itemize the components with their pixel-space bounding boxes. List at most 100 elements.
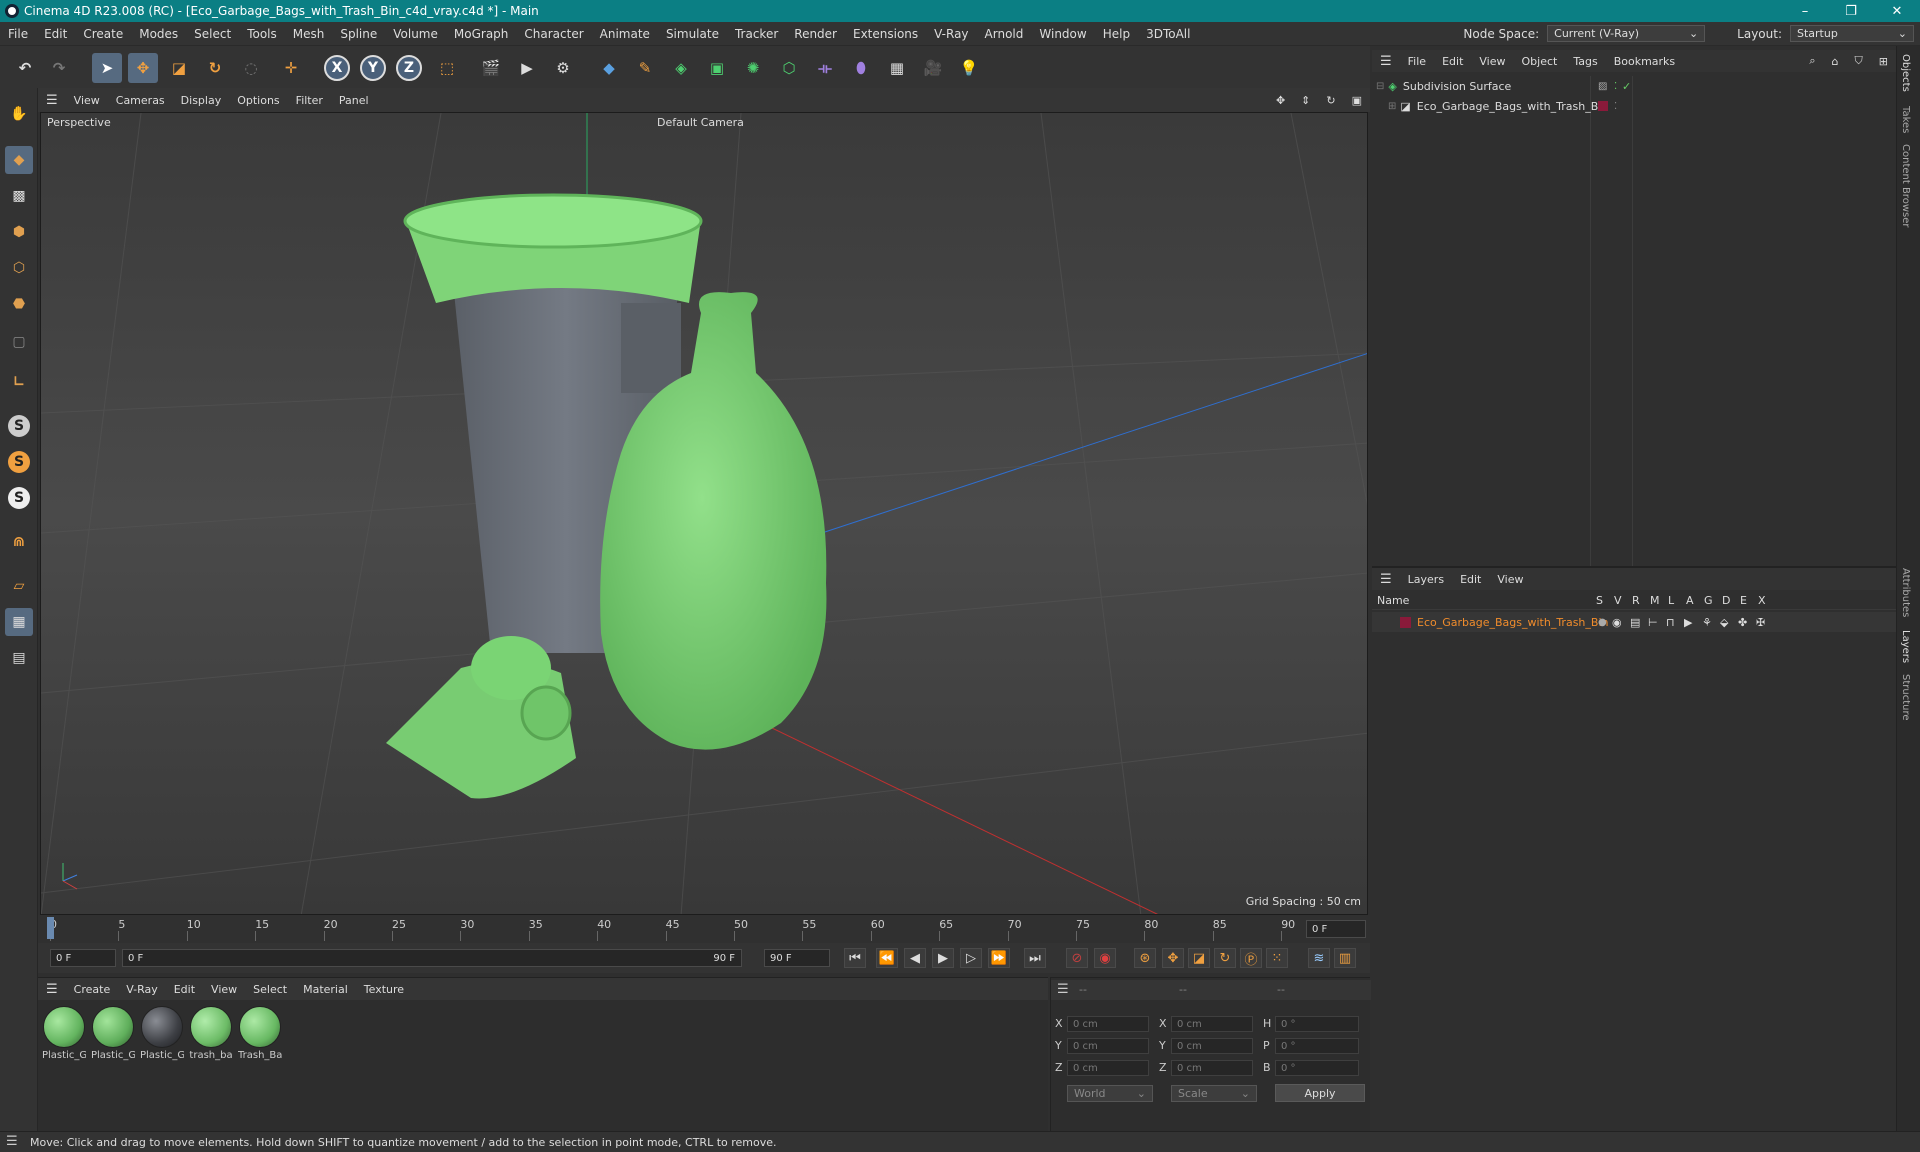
viewport-menu-filter[interactable]: Filter	[288, 94, 331, 107]
menu-tools[interactable]: Tools	[239, 27, 285, 41]
uv-mode-button[interactable]: ▢	[5, 328, 33, 356]
coordinate-system-button[interactable]: ✛	[276, 53, 306, 83]
layer-row[interactable]: Eco_Garbage_Bags_with_Trash_Bin ● ◉ ▤ ⊢ …	[1372, 612, 1896, 632]
manager-icon[interactable]: ⊢	[1648, 616, 1658, 629]
expand-icon[interactable]: ⊞	[1388, 101, 1396, 112]
material-menu-vray[interactable]: V-Ray	[118, 983, 166, 996]
new-window-icon[interactable]: ⊞	[1871, 55, 1896, 68]
home-icon[interactable]: ⌂	[1824, 55, 1847, 68]
tab-structure[interactable]: Structure	[1900, 674, 1911, 721]
menu-window[interactable]: Window	[1031, 27, 1094, 41]
size-z-field[interactable]: 0 cm	[1171, 1060, 1253, 1076]
locked-workplane-button[interactable]: ▤	[5, 644, 33, 672]
object-menu-file[interactable]: File	[1400, 55, 1434, 68]
key-position-button[interactable]: ✥	[1162, 948, 1184, 968]
material-menu-select[interactable]: Select	[245, 983, 295, 996]
visibility-dots-icon[interactable]: ⁚	[1614, 101, 1617, 112]
material-swatch[interactable]: Plastic_G	[91, 1006, 135, 1061]
hamburger-icon[interactable]: ☰	[6, 1134, 18, 1149]
playhead[interactable]	[47, 917, 54, 939]
dope-sheet-button[interactable]: ▥	[1334, 948, 1356, 968]
viewport-camera-label[interactable]: Default Camera	[657, 116, 744, 129]
key-pla-button[interactable]: ⁙	[1266, 948, 1288, 968]
search-icon[interactable]: ⌕	[1801, 54, 1823, 68]
menu-volume[interactable]: Volume	[385, 27, 446, 41]
rot-b-field[interactable]: 0 °	[1275, 1060, 1359, 1076]
snap-button[interactable]: S	[5, 412, 33, 440]
magnet-button[interactable]: ⋒	[5, 528, 33, 556]
rot-h-field[interactable]: 0 °	[1275, 1016, 1359, 1032]
next-frame-button[interactable]: ▷	[960, 948, 982, 968]
sculpt-mode-button[interactable]: ✋	[5, 100, 33, 128]
lock-icon[interactable]: ⊓	[1666, 616, 1675, 629]
move-tool-button[interactable]: ✥	[128, 53, 158, 83]
material-swatch[interactable]: Plastic_G	[42, 1006, 86, 1061]
menu-create[interactable]: Create	[75, 27, 131, 41]
viewport-menu-display[interactable]: Display	[173, 94, 230, 107]
menu-character[interactable]: Character	[516, 27, 591, 41]
frame-range-slider[interactable]: 0 F 90 F	[122, 949, 742, 967]
end-frame-field[interactable]: 90 F	[764, 949, 830, 967]
render-view-button[interactable]: 🎬	[476, 53, 506, 83]
rotate-tool-button[interactable]: ↻	[200, 53, 230, 83]
undo-button[interactable]: ↶	[10, 53, 40, 83]
maximize-view-icon[interactable]: ▣	[1344, 94, 1370, 107]
layer-menu-view[interactable]: View	[1489, 573, 1531, 586]
menu-tracker[interactable]: Tracker	[727, 27, 786, 41]
render-picture-viewer-button[interactable]: ▶	[512, 53, 542, 83]
dolly-view-icon[interactable]: ⇕	[1293, 94, 1318, 107]
size-mode-select[interactable]: Scale ⌄	[1171, 1085, 1257, 1102]
prev-key-button[interactable]: ⏪	[876, 948, 898, 968]
timeline-ruler[interactable]: 051015202530354045505560657075808590 0 F	[38, 915, 1370, 943]
material-menu-material[interactable]: Material	[295, 983, 356, 996]
layer-menu-layers[interactable]: Layers	[1400, 573, 1452, 586]
mograph-cloner-button[interactable]: ✺	[738, 53, 768, 83]
material-menu-edit[interactable]: Edit	[166, 983, 203, 996]
pos-x-field[interactable]: 0 cm	[1067, 1016, 1149, 1032]
cube-button[interactable]: ◆	[594, 53, 624, 83]
record-off-button[interactable]: ⊘	[1066, 948, 1088, 968]
field-button[interactable]: ⬮	[846, 53, 876, 83]
recent-tool-button[interactable]: ◌	[236, 53, 266, 83]
size-x-field[interactable]: 0 cm	[1171, 1016, 1253, 1032]
extrude-button[interactable]: ▣	[702, 53, 732, 83]
render-settings-button[interactable]: ⚙	[548, 53, 578, 83]
animation-play-icon[interactable]: ▶	[1684, 616, 1692, 629]
viewport-menu-panel[interactable]: Panel	[331, 94, 377, 107]
object-menu-object[interactable]: Object	[1514, 55, 1566, 68]
enabled-check-icon[interactable]: ✓	[1622, 80, 1631, 93]
z-axis-toggle[interactable]: Z	[396, 55, 422, 81]
next-key-button[interactable]: ⏩	[988, 948, 1010, 968]
world-coords-button[interactable]: ⬚	[432, 53, 462, 83]
timeline-window-button[interactable]: ≋	[1308, 948, 1330, 968]
menu-modes[interactable]: Modes	[131, 27, 186, 41]
snap-workplane-button[interactable]: S	[5, 484, 33, 512]
material-swatch[interactable]: Trash_Ba	[238, 1006, 282, 1061]
object-row[interactable]: ⊞ ◪ Eco_Garbage_Bags_with_Trash_Bin ⁚	[1372, 96, 1896, 116]
visibility-dots-icon[interactable]: ⁚	[1614, 81, 1617, 92]
menu-3dtoall[interactable]: 3DToAll	[1138, 27, 1198, 41]
object-menu-view[interactable]: View	[1471, 55, 1513, 68]
key-scale-button[interactable]: ◪	[1188, 948, 1210, 968]
snap-settings-button[interactable]: S	[5, 448, 33, 476]
tab-objects[interactable]: Objects	[1900, 54, 1911, 92]
rotate-view-icon[interactable]: ↻	[1318, 94, 1343, 107]
pan-view-icon[interactable]: ✥	[1268, 94, 1293, 107]
material-swatch[interactable]: trash_ba	[189, 1006, 233, 1061]
polygons-mode-button[interactable]: ⬣	[5, 290, 33, 318]
menu-simulate[interactable]: Simulate	[658, 27, 727, 41]
viewport-menu-options[interactable]: Options	[229, 94, 287, 107]
object-menu-bookmarks[interactable]: Bookmarks	[1606, 55, 1683, 68]
rot-p-field[interactable]: 0 °	[1275, 1038, 1359, 1054]
material-menu-view[interactable]: View	[203, 983, 245, 996]
filter-icon[interactable]: ⛉	[1847, 54, 1871, 68]
workplane-button[interactable]: ▱	[5, 572, 33, 600]
coord-system-select[interactable]: World ⌄	[1067, 1085, 1153, 1102]
texture-mode-button[interactable]: ▩	[5, 182, 33, 210]
pos-z-field[interactable]: 0 cm	[1067, 1060, 1149, 1076]
floor-button[interactable]: ▦	[882, 53, 912, 83]
hamburger-icon[interactable]: ☰	[1057, 982, 1069, 997]
deformer-button[interactable]: ⬡	[774, 53, 804, 83]
edges-mode-button[interactable]: ⬡	[5, 254, 33, 282]
goto-end-button[interactable]: ⏭	[1024, 948, 1046, 968]
